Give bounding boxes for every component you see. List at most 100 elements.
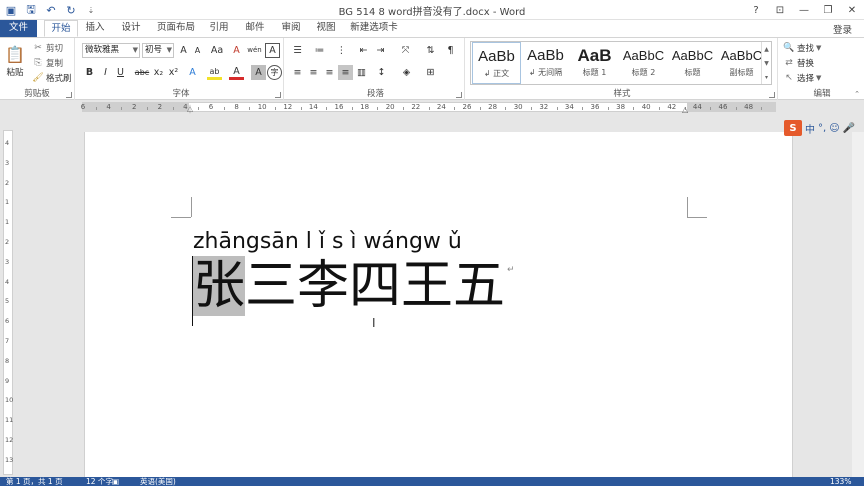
cut-button[interactable]: ✂ 剪切 xyxy=(32,41,63,55)
help-button[interactable]: ? xyxy=(744,0,768,20)
increase-indent-icon[interactable]: ⇥ xyxy=(373,43,388,58)
style-no-spacing[interactable]: AaBb ↲ 无间隔 xyxy=(521,42,570,84)
zoom-level[interactable]: 133% xyxy=(830,477,851,486)
superscript-button[interactable]: x² xyxy=(166,65,181,80)
body-characters[interactable]: 三李四王五 xyxy=(245,256,505,316)
page-count[interactable]: 第 1 页，共 1 页 xyxy=(6,477,63,486)
tab-new-tab[interactable]: 新建选项卡 xyxy=(350,20,398,37)
ribbon-display-options-button[interactable]: ⊡ xyxy=(768,0,792,20)
document-page[interactable]: zhāngsān l ǐ s ì wángw ǔ 张 三李四王五 ↵ xyxy=(84,132,793,477)
bold-button[interactable]: B xyxy=(82,65,97,80)
chevron-up-icon[interactable]: ▲ xyxy=(764,46,769,53)
style-normal[interactable]: AaBb ↲ 正文 xyxy=(472,42,521,84)
ruler-tick xyxy=(633,107,635,110)
format-painter-button[interactable]: 🖌 格式刷 xyxy=(32,71,71,85)
emoji-icon[interactable]: ☺ xyxy=(829,123,839,134)
decrease-indent-icon[interactable]: ⇤ xyxy=(356,43,371,58)
subscript-button[interactable]: x₂ xyxy=(151,65,166,80)
shading-icon[interactable]: ◈ xyxy=(399,65,414,80)
borders-icon[interactable]: ⊞ xyxy=(423,65,438,80)
tab-mailings[interactable]: 邮件 xyxy=(242,20,268,37)
bullets-icon[interactable]: ☰ xyxy=(290,43,305,58)
sort-icon[interactable]: ⇅ xyxy=(423,43,438,58)
multilevel-list-icon[interactable]: ⋮ xyxy=(334,43,349,58)
shrink-font-button[interactable]: A xyxy=(190,43,205,58)
proofing-icon[interactable]: ▣ xyxy=(112,477,119,486)
character-shading-button[interactable]: A xyxy=(251,65,266,80)
align-left-icon[interactable]: ≡ xyxy=(290,65,305,80)
font-color-button[interactable]: A xyxy=(229,65,244,80)
copy-button[interactable]: ⎘ 复制 xyxy=(32,56,63,70)
character-border-button[interactable]: A xyxy=(265,43,280,58)
style-heading-2[interactable]: AaBbC 标题 2 xyxy=(619,42,668,84)
find-button[interactable]: 🔍 查找 ▼ xyxy=(783,41,821,55)
phonetic-guide-button[interactable]: wén xyxy=(247,42,262,57)
line-spacing-icon[interactable]: ↕ xyxy=(374,65,389,80)
underline-button[interactable]: U xyxy=(113,65,128,80)
vertical-scrollbar[interactable] xyxy=(852,132,864,477)
enclose-characters-button[interactable]: 字 xyxy=(267,65,282,80)
tab-home[interactable]: 开始 xyxy=(44,20,78,37)
vertical-ruler[interactable]: 4 3 2 1 1 2 3 4 5 6 7 8 9 10 11 12 13 xyxy=(3,130,13,475)
tab-design[interactable]: 设计 xyxy=(118,20,144,37)
tab-references[interactable]: 引用 xyxy=(206,20,232,37)
collapse-ribbon-icon[interactable]: ⌃ xyxy=(854,90,860,98)
tab-view[interactable]: 视图 xyxy=(313,20,339,37)
ime-toolbar[interactable]: S 中 °, ☺ 🎤 xyxy=(784,120,855,136)
selected-character[interactable]: 张 xyxy=(193,256,246,316)
restore-button[interactable]: ❐ xyxy=(816,0,840,20)
gallery-scroll[interactable]: ▲ ▼ ▾ xyxy=(761,42,771,84)
tab-insert[interactable]: 插入 xyxy=(82,20,108,37)
change-case-button[interactable]: Aa xyxy=(207,43,227,58)
highlight-button[interactable]: ab xyxy=(207,65,222,80)
clear-formatting-button[interactable]: A xyxy=(229,43,244,58)
ime-punctuation-toggle[interactable]: °, xyxy=(818,123,826,134)
right-indent-marker-icon[interactable]: △ xyxy=(682,105,688,114)
italic-button[interactable]: I xyxy=(98,65,113,80)
styles-group-label: 样式 xyxy=(613,89,631,99)
indent-marker-icon[interactable]: ⏃ xyxy=(186,104,194,115)
replace-button[interactable]: ⇄ 替换 xyxy=(783,56,814,70)
chinese-layout-icon[interactable]: ⤧ xyxy=(398,43,413,58)
minimize-button[interactable]: — xyxy=(792,0,816,20)
distributed-icon[interactable]: ▥ xyxy=(354,65,369,80)
style-name: ↲ 正文 xyxy=(483,69,510,78)
grow-font-button[interactable]: A xyxy=(176,43,191,58)
tab-file[interactable]: 文件 xyxy=(0,20,37,37)
style-heading-1[interactable]: AaB 标题 1 xyxy=(570,42,619,84)
sign-in-link[interactable]: 登录 xyxy=(833,22,852,36)
font-name-combo[interactable]: 微软雅黑 ▼ xyxy=(82,43,140,58)
expand-gallery-icon[interactable]: ▾ xyxy=(765,74,768,81)
paragraph-mark: ↵ xyxy=(507,265,515,275)
numbering-icon[interactable]: ≔ xyxy=(312,43,327,58)
align-right-icon[interactable]: ≡ xyxy=(322,65,337,80)
select-button[interactable]: ↖ 选择 ▼ xyxy=(783,71,821,85)
style-sample: AaBb xyxy=(478,48,515,65)
style-subtitle[interactable]: AaBbC 副标题 xyxy=(717,42,766,84)
language-indicator[interactable]: 英语(美国) xyxy=(140,477,176,486)
close-button[interactable]: ✕ xyxy=(840,0,864,20)
document-text[interactable]: 张 三李四王五 ↵ xyxy=(193,256,515,316)
chevron-down-icon[interactable]: ▼ xyxy=(764,60,769,67)
paste-button[interactable]: 📋 粘贴 xyxy=(4,42,26,79)
font-size-combo[interactable]: 初号 ▼ xyxy=(142,43,174,58)
tab-page-layout[interactable]: 页面布局 xyxy=(154,20,198,37)
show-marks-icon[interactable]: ¶ xyxy=(443,43,458,58)
justify-icon[interactable]: ≡ xyxy=(338,65,353,80)
tab-review[interactable]: 审阅 xyxy=(278,20,304,37)
strikethrough-button[interactable]: abc xyxy=(133,65,151,80)
font-launcher-icon[interactable] xyxy=(275,92,281,98)
styles-launcher-icon[interactable] xyxy=(769,92,775,98)
paragraph-launcher-icon[interactable] xyxy=(456,92,462,98)
vruler-number: 10 xyxy=(5,396,14,405)
horizontal-ruler[interactable]: 6 4 2 2 4 6 8 10 12 14 16 18 20 22 24 26 28 30 32 34 36 38 40 4… xyxy=(0,100,864,114)
ime-mode-toggle[interactable]: 中 xyxy=(805,121,815,136)
ruler-number: 32 xyxy=(539,103,549,111)
clipboard-launcher-icon[interactable] xyxy=(66,92,72,98)
ruler-number: 30 xyxy=(513,103,523,111)
text-effects-button[interactable]: A xyxy=(185,65,200,80)
sogou-logo-icon[interactable]: S xyxy=(784,120,802,136)
align-center-icon[interactable]: ≡ xyxy=(306,65,321,80)
word-count[interactable]: 12 个字 xyxy=(86,477,113,486)
style-title[interactable]: AaBbC 标题 xyxy=(668,42,717,84)
